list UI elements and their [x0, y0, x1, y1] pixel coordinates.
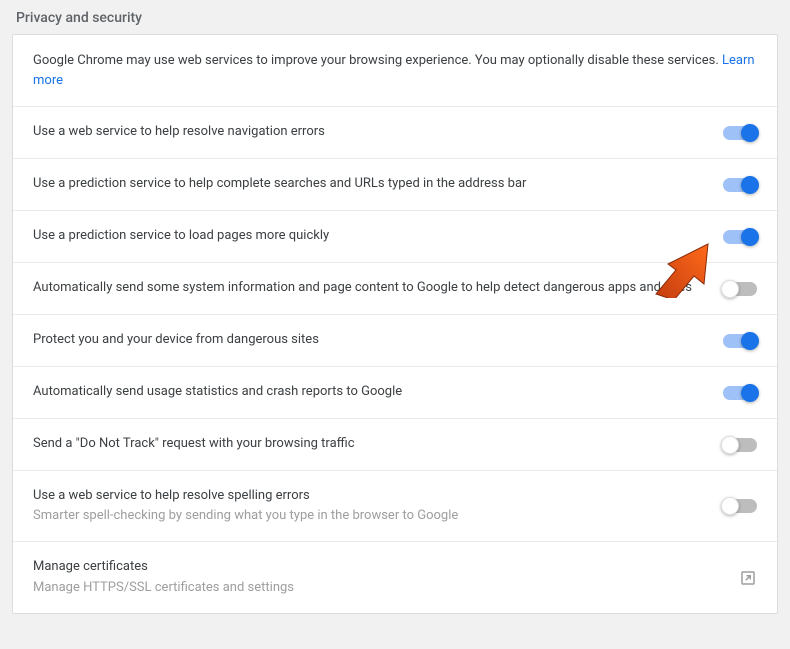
toggle-knob [721, 436, 739, 454]
setting-label: Use a prediction service to load pages m… [33, 227, 703, 245]
setting-label: Manage certificates [33, 558, 719, 576]
setting-sublabel: Smarter spell-checking by sending what y… [33, 507, 703, 525]
toggle-spelling[interactable] [723, 499, 757, 513]
setting-row-usage-stats: Automatically send usage statistics and … [13, 367, 777, 419]
setting-text: Use a web service to help resolve naviga… [33, 123, 723, 141]
toggle-prediction-search[interactable] [723, 178, 757, 192]
setting-label: Use a web service to help resolve naviga… [33, 123, 703, 141]
section-title: Privacy and security [16, 10, 142, 26]
toggle-knob [741, 176, 759, 194]
toggle-usage-stats[interactable] [723, 386, 757, 400]
setting-text: Automatically send some system informati… [33, 279, 723, 297]
intro-text-block: Google Chrome may use web services to im… [13, 35, 777, 107]
setting-text: Automatically send usage statistics and … [33, 383, 723, 401]
setting-label: Send a "Do Not Track" request with your … [33, 435, 703, 453]
toggle-navigation-errors[interactable] [723, 126, 757, 140]
toggle-knob [741, 124, 759, 142]
toggle-do-not-track[interactable] [723, 438, 757, 452]
intro-text: Google Chrome may use web services to im… [33, 53, 722, 68]
setting-row-prediction-search: Use a prediction service to help complet… [13, 159, 777, 211]
setting-row-protect-device: Protect you and your device from dangero… [13, 315, 777, 367]
setting-label: Use a prediction service to help complet… [33, 175, 703, 193]
settings-card: Google Chrome may use web services to im… [12, 34, 778, 614]
setting-text: Manage certificates Manage HTTPS/SSL cer… [33, 558, 739, 596]
setting-row-spelling: Use a web service to help resolve spelli… [13, 471, 777, 542]
section-header: Privacy and security [0, 0, 790, 34]
setting-label: Automatically send usage statistics and … [33, 383, 703, 401]
toggle-system-info[interactable] [723, 282, 757, 296]
toggle-prediction-pages[interactable] [723, 230, 757, 244]
toggle-knob [741, 332, 759, 350]
setting-row-prediction-pages: Use a prediction service to load pages m… [13, 211, 777, 263]
setting-row-navigation-errors: Use a web service to help resolve naviga… [13, 107, 777, 159]
toggle-knob [741, 384, 759, 402]
setting-row-system-info: Automatically send some system informati… [13, 263, 777, 315]
setting-sublabel: Manage HTTPS/SSL certificates and settin… [33, 579, 719, 597]
setting-text: Use a prediction service to load pages m… [33, 227, 723, 245]
setting-label: Protect you and your device from dangero… [33, 331, 703, 349]
popout-icon [739, 569, 757, 587]
setting-text: Protect you and your device from dangero… [33, 331, 723, 349]
toggle-knob [721, 280, 739, 298]
setting-text: Use a prediction service to help complet… [33, 175, 723, 193]
setting-text: Use a web service to help resolve spelli… [33, 487, 723, 525]
toggle-protect-device[interactable] [723, 334, 757, 348]
setting-label: Use a web service to help resolve spelli… [33, 487, 703, 505]
setting-row-do-not-track: Send a "Do Not Track" request with your … [13, 419, 777, 471]
setting-row-manage-certificates[interactable]: Manage certificates Manage HTTPS/SSL cer… [13, 542, 777, 612]
toggle-knob [741, 228, 759, 246]
setting-text: Send a "Do Not Track" request with your … [33, 435, 723, 453]
setting-label: Automatically send some system informati… [33, 279, 703, 297]
toggle-knob [721, 497, 739, 515]
